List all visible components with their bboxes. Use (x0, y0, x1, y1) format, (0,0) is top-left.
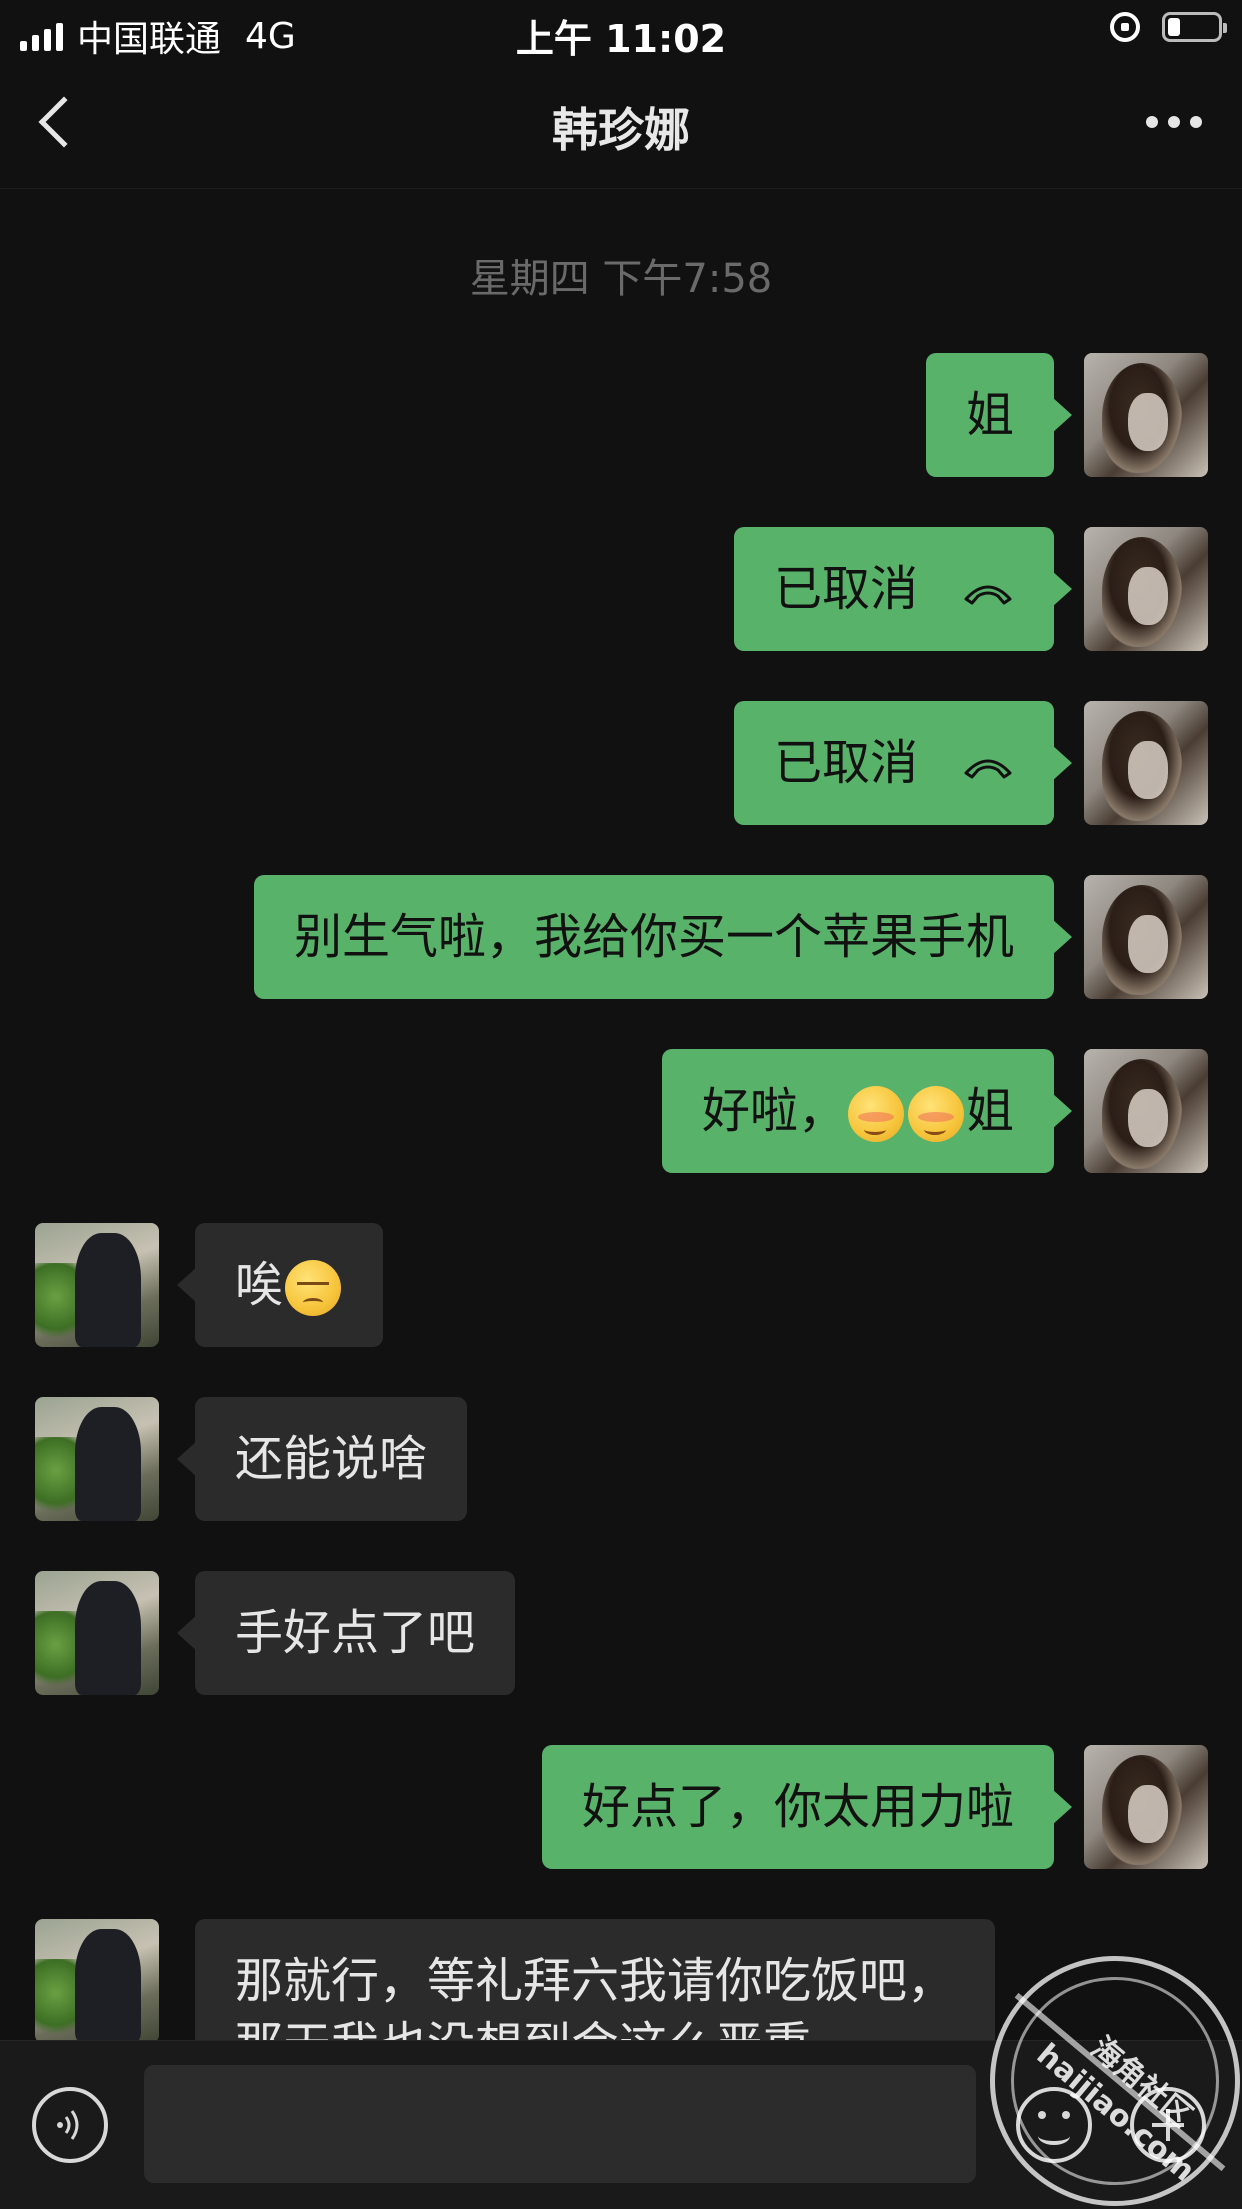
status-right (1110, 12, 1227, 42)
message-text: 别生气啦，我给你买一个苹果手机 (293, 909, 1014, 965)
message-row: 手好点了吧 (0, 1571, 1242, 1695)
message-text: 姐 (965, 1083, 1014, 1139)
rotation-lock-icon (1110, 12, 1140, 42)
message-bubble-received[interactable]: 手好点了吧 (176, 1571, 516, 1695)
message-text: 还能说啥 (235, 1431, 428, 1487)
more-options-icon[interactable] (1146, 116, 1202, 128)
message-text: 姐 (965, 387, 1014, 443)
my-avatar[interactable] (1084, 701, 1208, 825)
my-avatar[interactable] (1084, 527, 1208, 651)
my-avatar[interactable] (1084, 875, 1208, 999)
message-row: 好点了，你太用力啦 (0, 1745, 1242, 1869)
contact-avatar[interactable] (35, 1397, 159, 1521)
message-input[interactable] (144, 2065, 976, 2183)
message-row: 已取消 (0, 701, 1242, 825)
contact-avatar[interactable] (35, 1571, 159, 1695)
message-bubble-sent[interactable]: 好点了，你太用力啦 (541, 1745, 1073, 1869)
status-time: 上午 11:02 (515, 17, 727, 61)
emoji-button[interactable] (1016, 2087, 1092, 2163)
more-functions-button[interactable] (1130, 2087, 1206, 2163)
message-bubble-received[interactable]: 唉 (176, 1223, 384, 1347)
message-row: 好啦， 姐 (0, 1049, 1242, 1173)
contact-avatar[interactable] (35, 1223, 159, 1347)
status-bar: 中国联通 4G 上午 11:02 (0, 0, 1242, 64)
chat-header: 韩珍娜 (0, 64, 1242, 188)
message-bubble-received[interactable]: 还能说啥 (176, 1397, 468, 1521)
message-bubble-sent[interactable]: 姐 (925, 353, 1073, 477)
blush-emoji-icon (847, 1086, 904, 1142)
header-divider (0, 188, 1242, 189)
input-bar (0, 2040, 1242, 2209)
chat-timestamp: 星期四 下午7:58 (469, 256, 773, 302)
call-cancelled-bubble[interactable]: 已取消 (733, 527, 1073, 651)
my-avatar[interactable] (1084, 1049, 1208, 1173)
my-avatar[interactable] (1084, 353, 1208, 477)
call-cancelled-bubble[interactable]: 已取消 (733, 701, 1073, 825)
message-row: 姐 (0, 353, 1242, 477)
voice-icon (57, 2110, 79, 2140)
chat-title: 韩珍娜 (552, 103, 690, 157)
message-bubble-sent[interactable]: 别生气啦，我给你买一个苹果手机 (253, 875, 1073, 999)
pensive-emoji-icon (285, 1260, 342, 1316)
my-avatar[interactable] (1084, 1745, 1208, 1869)
message-text: 已取消 (773, 735, 918, 791)
phone-hangup-icon (964, 585, 1012, 605)
message-text: 已取消 (773, 561, 918, 617)
message-row: 还能说啥 (0, 1397, 1242, 1521)
voice-input-button[interactable] (32, 2087, 108, 2163)
battery-icon (1162, 12, 1227, 42)
message-text: 手好点了吧 (235, 1605, 476, 1661)
message-bubble-sent[interactable]: 好啦， 姐 (661, 1049, 1073, 1173)
message-text: 好点了，你太用力啦 (581, 1779, 1014, 1835)
message-text-line: 那就行，等礼拜六我请你吃饭吧， (235, 1953, 956, 2009)
contact-avatar[interactable] (35, 1919, 159, 2043)
blush-emoji-icon (907, 1086, 964, 1142)
message-row: 已取消 (0, 527, 1242, 651)
message-text: 好啦， (701, 1083, 846, 1139)
phone-hangup-icon (964, 759, 1012, 779)
message-row: 唉 (0, 1223, 1242, 1347)
message-row: 别生气啦，我给你买一个苹果手机 (0, 875, 1242, 999)
message-text: 唉 (235, 1257, 284, 1313)
